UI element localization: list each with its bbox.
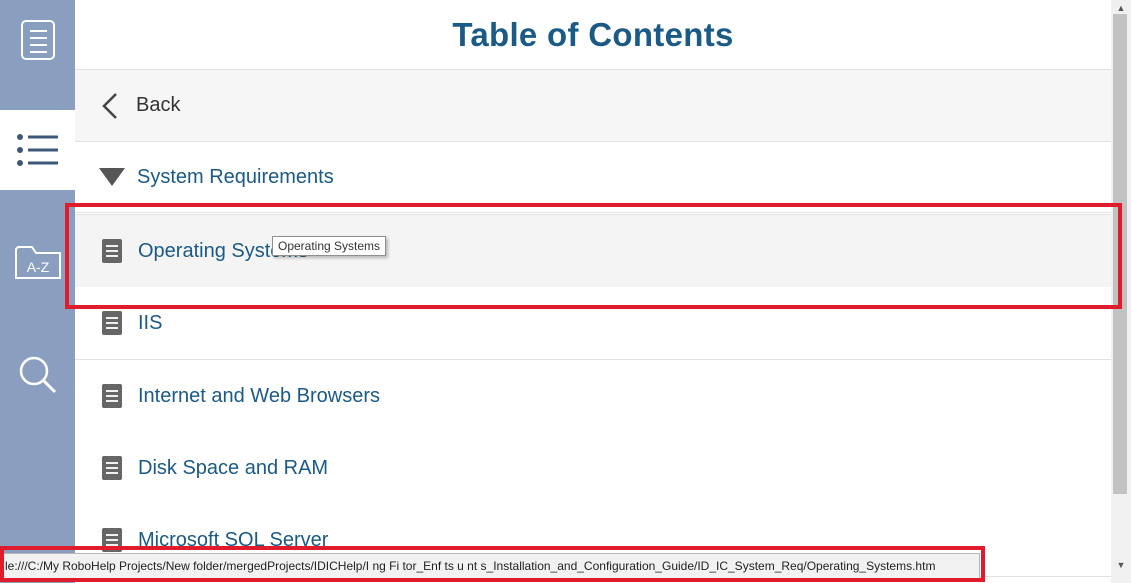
scroll-up-arrow-icon[interactable]: ▲ — [1115, 2, 1127, 14]
page-title: Table of Contents — [75, 0, 1111, 70]
book-icon — [20, 20, 55, 60]
toc-book-label: System Requirements — [137, 165, 334, 188]
toc-item-operating-systems[interactable]: Operating Systems — [75, 214, 1111, 288]
vertical-scrollbar[interactable]: ▲ ▼ — [1111, 0, 1131, 583]
toc-button[interactable] — [0, 110, 75, 190]
toc-panel: Table of Contents Back System Requiremen… — [75, 0, 1111, 583]
document-icon — [102, 528, 122, 552]
document-icon — [102, 239, 122, 263]
status-bar-url: le:///C:/My RoboHelp Projects/New folder… — [0, 553, 980, 579]
document-icon — [102, 456, 122, 480]
document-icon — [102, 384, 122, 408]
document-icon — [102, 311, 122, 335]
toc-item-iis[interactable]: IIS — [75, 287, 1111, 360]
tooltip: Operating Systems — [272, 236, 387, 256]
toc-item-label: Internet and Web Browsers — [138, 384, 380, 407]
back-button[interactable]: Back — [75, 70, 1111, 142]
scroll-down-arrow-icon[interactable]: ▼ — [1115, 559, 1127, 571]
a-z-label: A-Z — [26, 259, 49, 275]
toc-item-disk-space-and-ram[interactable]: Disk Space and RAM — [75, 432, 1111, 505]
triangle-down-icon — [99, 168, 125, 186]
index-button[interactable]: A-Z — [0, 222, 75, 302]
left-nav-rail: A-Z — [0, 0, 75, 583]
toc-book-system-requirements[interactable]: System Requirements — [75, 142, 1111, 213]
toc-item-internet-and-web-browsers[interactable]: Internet and Web Browsers — [75, 360, 1111, 433]
search-icon — [19, 356, 56, 394]
contents-book-button[interactable] — [0, 0, 75, 80]
toc-item-label: Microsoft SQL Server — [138, 528, 329, 551]
scrollbar-thumb[interactable] — [1113, 14, 1127, 494]
list-icon — [16, 134, 58, 166]
chevron-left-icon — [102, 92, 117, 119]
search-button[interactable] — [0, 335, 75, 415]
back-label: Back — [136, 94, 181, 116]
toc-item-label: Disk Space and RAM — [138, 456, 329, 479]
a-z-folder-icon: A-Z — [14, 246, 61, 279]
toc-item-label: IIS — [138, 311, 163, 334]
